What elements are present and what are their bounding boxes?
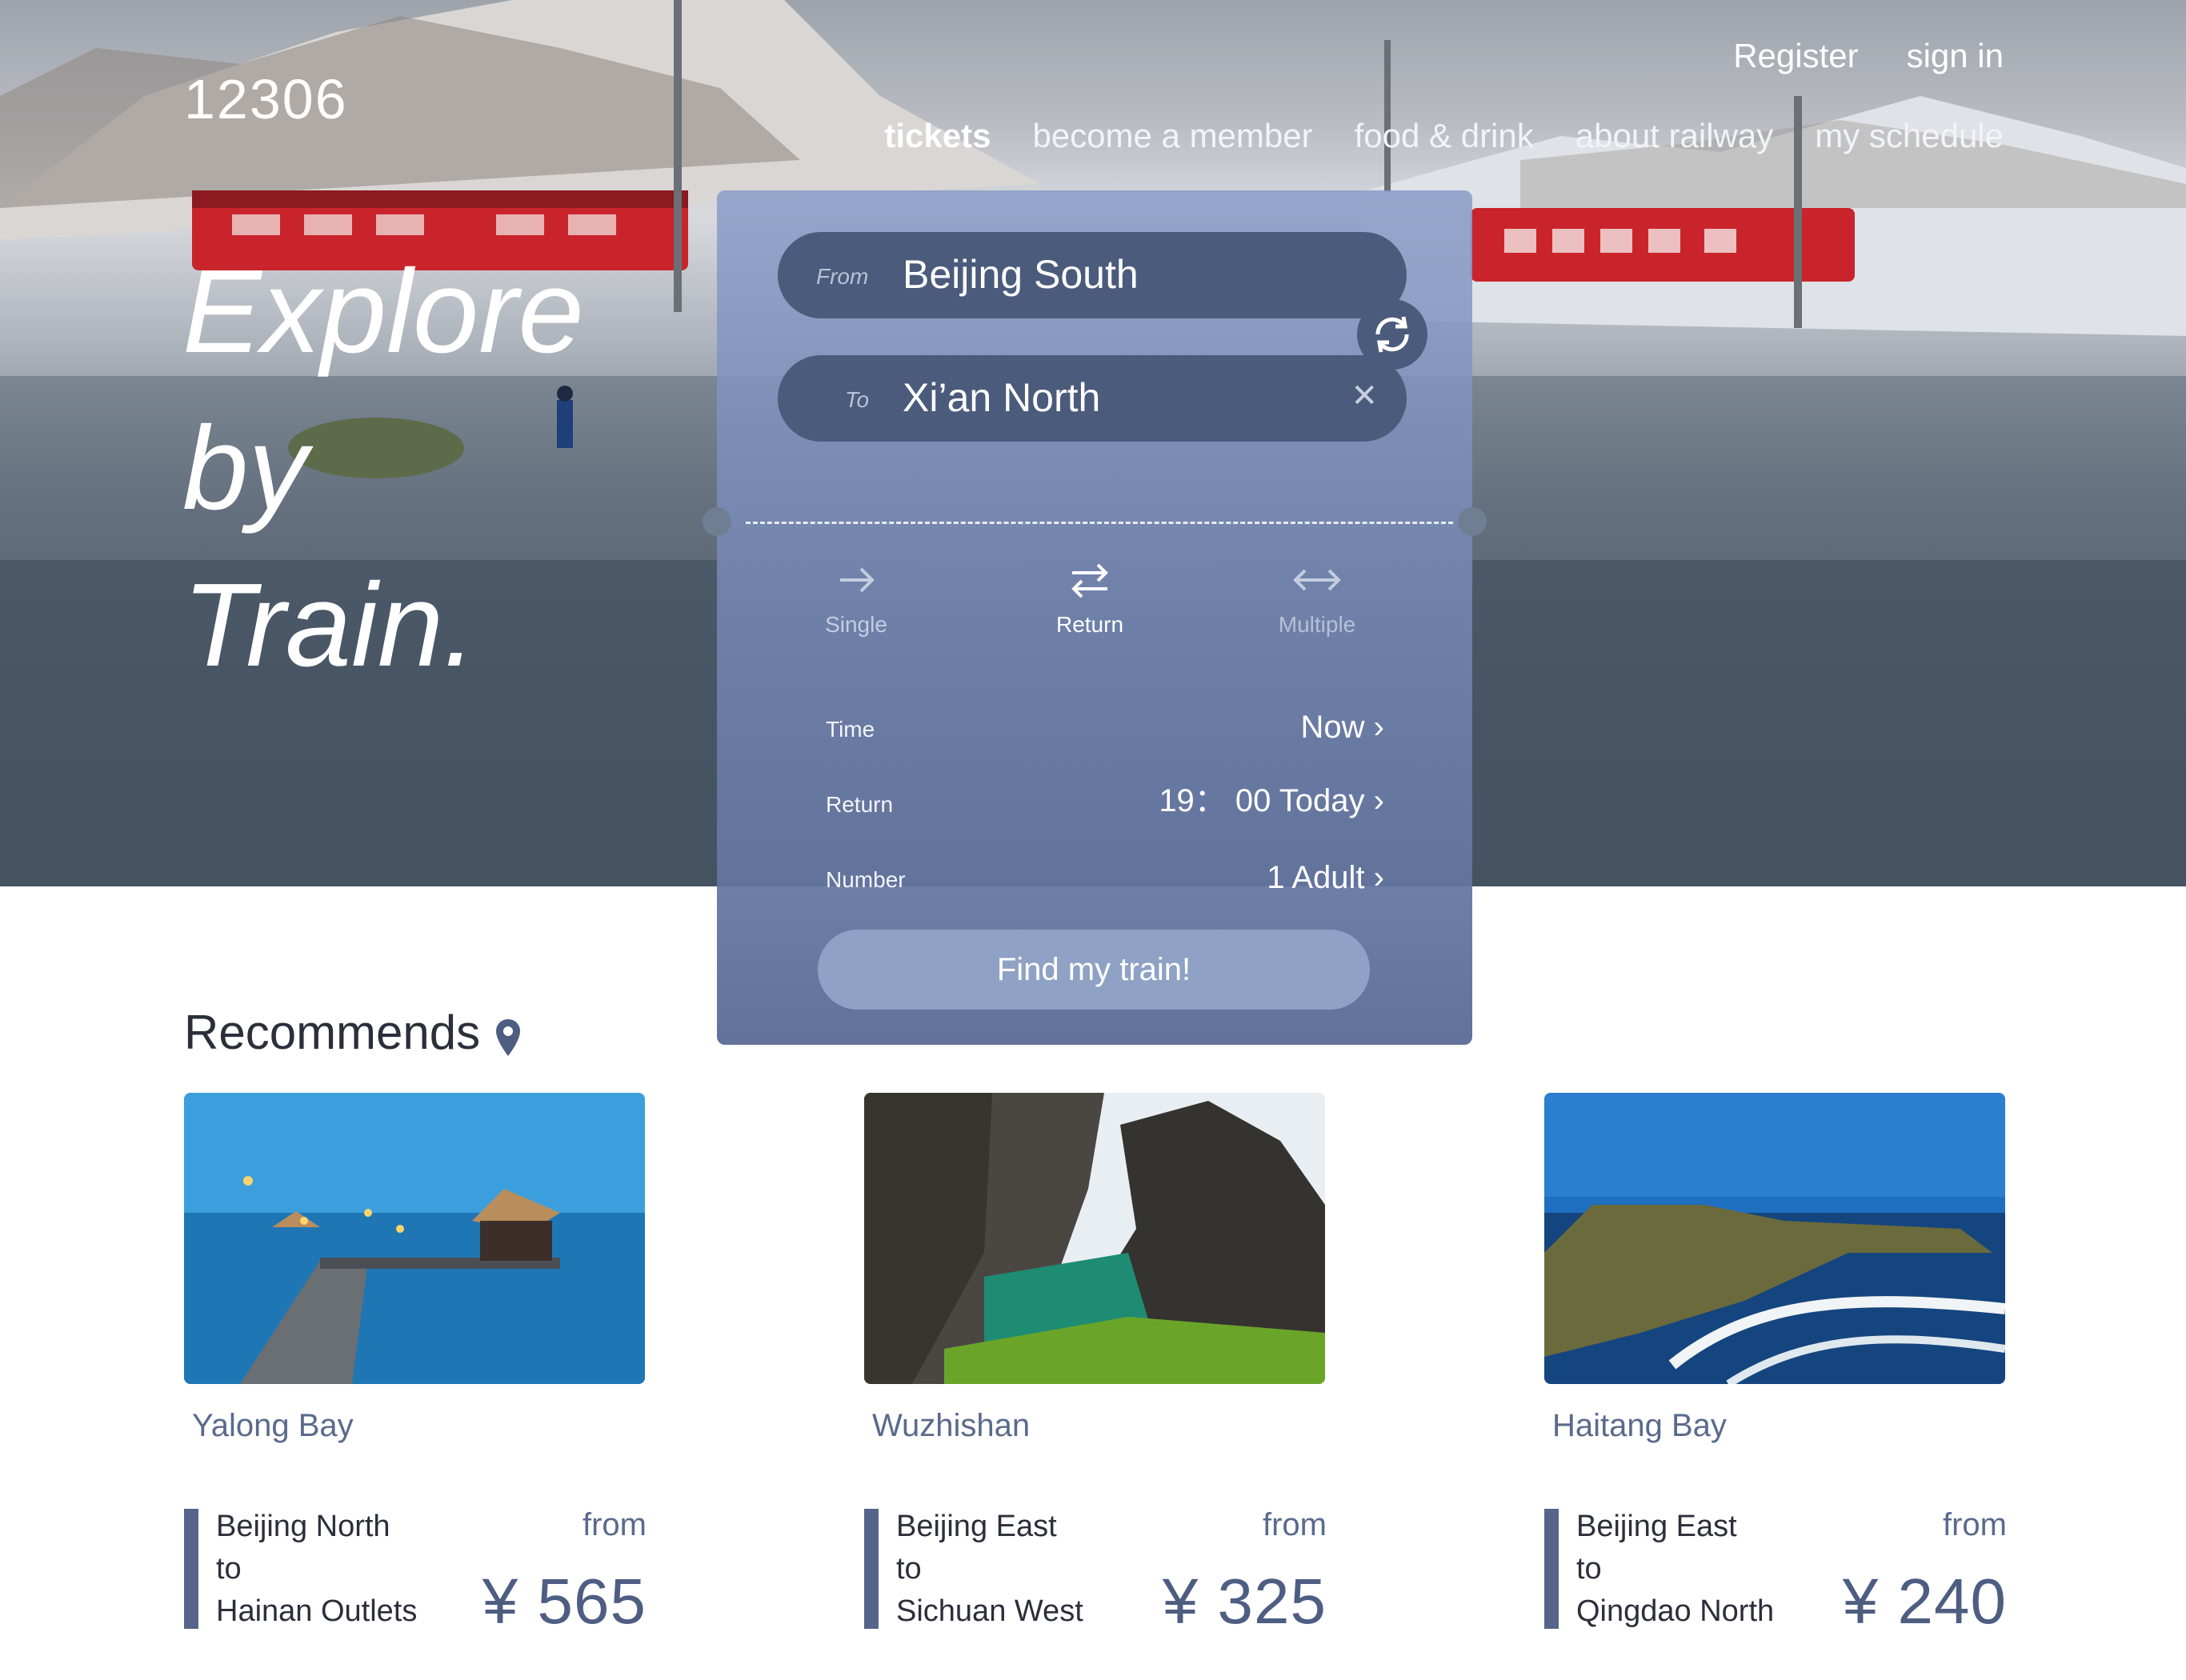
route-stops: Beijing East to Qingdao North (1576, 1506, 1774, 1633)
return-label: Return (826, 792, 894, 817)
price-from-label: from (583, 1507, 647, 1542)
price-value: ¥ 565 (482, 1566, 647, 1637)
recommend-route-3[interactable]: Beijing East to Qingdao North from ¥ 240 (1544, 1507, 2007, 1637)
recommend-route-1[interactable]: Beijing North to Hainan Outlets from ¥ 5… (184, 1507, 647, 1637)
return-row[interactable]: Return 19： 00 Today › (826, 778, 1384, 826)
chevron-right-icon: › (1373, 860, 1384, 895)
route-accent-bar (864, 1509, 879, 1629)
sign-in-link[interactable]: sign in (1907, 37, 2004, 75)
route-accent-bar (1544, 1509, 1559, 1629)
number-label: Number (826, 867, 906, 892)
route-stops: Beijing North to Hainan Outlets (216, 1506, 417, 1633)
find-train-button[interactable]: Find my train! (818, 930, 1370, 1010)
recommend-card-wuzhishan: Wuzhishan (864, 1093, 1327, 1444)
route-origin: Beijing North (216, 1510, 390, 1543)
arrow-both-icon (1293, 569, 1341, 591)
nav-tickets[interactable]: tickets (884, 117, 991, 155)
recommend-card-haitang-bay: Haitang Bay (1544, 1093, 2007, 1444)
headline-line-3: Train. (182, 559, 477, 691)
to-field[interactable]: To Xi’an North ✕ (778, 355, 1407, 442)
arrows-swap-icon (1071, 563, 1108, 598)
headline-line-1: Explore (182, 246, 584, 378)
route-destination: Hainan Outlets (216, 1594, 418, 1628)
clear-icon[interactable]: ✕ (1351, 378, 1378, 414)
trip-single-label: Single (825, 612, 887, 637)
route-stops: Beijing East to Sichuan West (896, 1506, 1083, 1633)
price-value: ¥ 240 (1842, 1566, 2007, 1637)
from-label: From (816, 264, 869, 289)
price-value: ¥ 325 (1162, 1566, 1327, 1637)
route-to-word: to (216, 1552, 242, 1586)
auth-links: Register sign in (1733, 37, 2004, 75)
route-origin: Beijing East (896, 1510, 1057, 1543)
register-link[interactable]: Register (1733, 37, 1858, 75)
location-pin-icon (496, 1019, 520, 1056)
nav-become-member[interactable]: become a member (1032, 117, 1312, 155)
recommend-place-name[interactable]: Wuzhishan (872, 1408, 1327, 1444)
booking-card: From Beijing South To Xi’an North ✕ Sing… (703, 190, 1487, 1045)
trip-return[interactable]: Return (1026, 560, 1154, 638)
ticket-notch-right (1458, 507, 1487, 536)
price-from-label: from (1943, 1507, 2007, 1542)
price-from-label: from (1263, 1507, 1327, 1542)
nav-food-drink[interactable]: food & drink (1355, 117, 1534, 155)
trip-return-label: Return (1055, 612, 1124, 637)
from-field[interactable]: From Beijing South (778, 232, 1407, 318)
recommends-title: Recommends (184, 1006, 481, 1059)
route-destination: Qingdao North (1576, 1594, 1775, 1628)
recommend-place-name[interactable]: Haitang Bay (1552, 1408, 2007, 1444)
chevron-right-icon: › (1373, 710, 1384, 745)
time-label: Time (826, 717, 875, 742)
route-destination: Sichuan West (896, 1594, 1083, 1628)
yalong-bay-photo[interactable] (184, 1093, 645, 1384)
trip-multiple[interactable]: Multiple (1253, 560, 1381, 638)
to-label: To (845, 387, 870, 412)
time-row[interactable]: Time Now › (826, 702, 1384, 750)
number-row[interactable]: Number 1 Adult › (826, 853, 1384, 901)
headline-line-2: by (182, 402, 308, 534)
chevron-right-icon: › (1373, 783, 1384, 818)
route-to-word: to (1576, 1552, 1602, 1586)
ticket-notch-left (703, 507, 731, 536)
number-value: 1 Adult › (1267, 860, 1384, 895)
recommend-place-name[interactable]: Yalong Bay (192, 1408, 647, 1444)
main-nav: tickets become a member food & drink abo… (884, 117, 2004, 155)
trip-multiple-label: Multiple (1278, 612, 1356, 637)
recommend-route-2[interactable]: Beijing East to Sichuan West from ¥ 325 (864, 1507, 1327, 1637)
nav-about-railway[interactable]: about railway (1575, 117, 1773, 155)
route-to-word: to (896, 1552, 922, 1586)
site-logo[interactable]: 12306 (184, 67, 348, 131)
recommend-card-yalong-bay: Yalong Bay (184, 1093, 647, 1444)
return-value: 19： 00 Today › (1159, 783, 1384, 818)
nav-my-schedule[interactable]: my schedule (1815, 117, 2004, 155)
route-origin: Beijing East (1576, 1510, 1737, 1543)
time-value: Now › (1300, 710, 1384, 745)
to-value[interactable]: Xi’an North (903, 374, 1100, 421)
arrow-right-icon (840, 567, 875, 593)
hero-headline: Explore by Train. (182, 234, 584, 704)
haitang-bay-photo[interactable] (1544, 1093, 2005, 1384)
trip-single[interactable]: Single (792, 560, 920, 638)
wuzhishan-photo[interactable] (864, 1093, 1325, 1384)
route-accent-bar (184, 1509, 198, 1629)
ticket-divider (746, 522, 1453, 524)
from-value[interactable]: Beijing South (903, 251, 1139, 298)
